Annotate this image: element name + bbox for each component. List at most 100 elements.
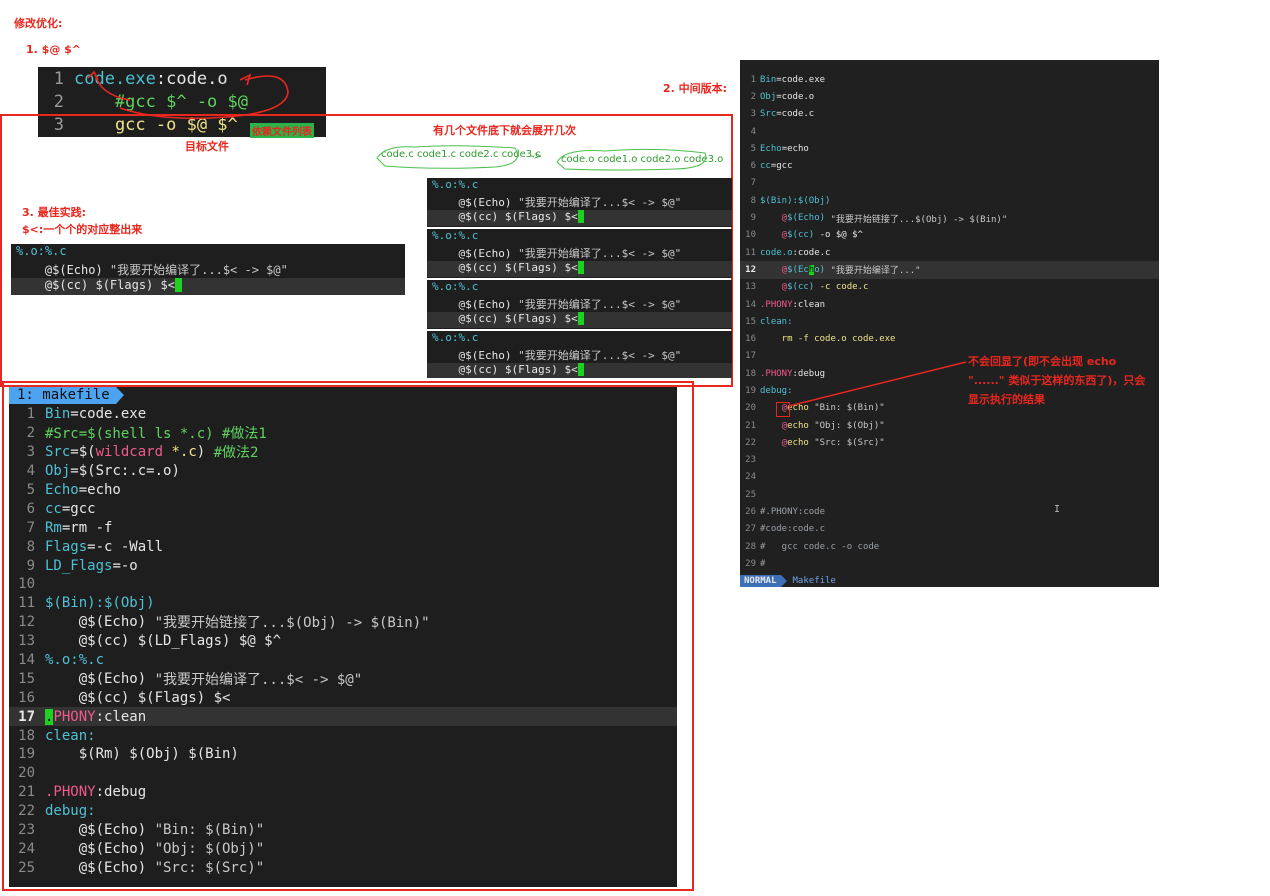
code-token: $(cc) <box>787 230 815 241</box>
code-token: .PHONY <box>45 784 96 801</box>
editor-line: 9 LD_Flags =-o <box>9 556 677 575</box>
code-token: =-o <box>112 557 138 574</box>
line-number: 10 <box>745 230 756 241</box>
code-token: o) <box>814 264 826 275</box>
pattern-block-4: %.o:%.c @$(Echo) "我要开始编译了...$< -> $@" @$… <box>427 331 732 378</box>
editor-tabline: 1: makefile <box>9 387 677 404</box>
code-token: $(cc) <box>787 282 815 293</box>
pattern-block-2: %.o:%.c @$(Echo) "我要开始编译了...$< -> $@" @$… <box>427 229 732 278</box>
cursor-block <box>174 278 183 292</box>
code-token: echo <box>787 420 809 431</box>
line-number: 8 <box>26 538 35 555</box>
line-number: 12 <box>18 614 35 631</box>
code-token: "Bin: $(Bin)" <box>154 822 265 839</box>
code-token: cc <box>45 500 62 517</box>
line-number: 29 <box>745 558 756 569</box>
line-number: 15 <box>745 316 756 327</box>
code-token: #code:code.c <box>760 524 826 535</box>
code-text: @$(cc) $(Flags) $< <box>432 363 578 376</box>
code-token: :debug <box>95 784 147 801</box>
editor-line: 16 @$(cc) $(Flags) $< <box>9 688 677 707</box>
line-number: 28 <box>745 541 756 552</box>
code-token: $(Rm) $(Obj) $(Bin) <box>45 746 239 763</box>
editor-line: 24 @$(Echo) "Obj: $(Obj)" <box>9 839 677 858</box>
tab-makefile[interactable]: 1: makefile <box>9 387 116 404</box>
code-token: "Obj: $(Obj)" <box>808 420 885 431</box>
right-editor: 1 Bin =code.exe 2 Obj =code.o 3 Src =code.c 4 5 Ech… <box>740 60 1159 587</box>
code-token: @$(Echo) <box>45 840 155 857</box>
editor-line: 23 @$(Echo) "Bin: $(Bin)" <box>9 821 677 840</box>
line-number: 24 <box>745 472 756 483</box>
code-line: @$(cc) $(Flags) $< <box>427 312 732 328</box>
best-practice-block: %.o:%.c @$(Echo) "我要开始编译了...$< -> $@" @$… <box>11 244 405 295</box>
editor-line: 21 .PHONY:debug <box>9 783 677 802</box>
code-token: $(Bin):$(Obj) <box>45 595 155 612</box>
editor-line: 11 $(Bin):$(Obj) <box>9 594 677 613</box>
green-cloud-outlines <box>376 145 707 171</box>
code-token: "我要开始编译了..." <box>825 266 921 277</box>
editor-line: 12 @ $(Ec h o) "我要开始编译了..." <box>740 261 1159 279</box>
editor-line: 29 # <box>740 555 1159 572</box>
code-token: Obj <box>760 91 777 102</box>
line-number: 19 <box>745 385 756 396</box>
heading-note: 修改优化: <box>14 17 63 30</box>
line-number: 20 <box>18 765 35 782</box>
editor-line: 20 <box>9 764 677 783</box>
code-text: @$(Echo) <box>432 298 519 311</box>
line-number: 9 <box>750 213 756 224</box>
line-number: 16 <box>745 334 756 345</box>
code-token: PHONY <box>53 708 96 725</box>
editor-line: 4 Obj =$(Src:.c=.o) <box>9 462 677 481</box>
editor-line: 24 <box>740 469 1159 486</box>
editor-line: 18 clean: <box>9 726 677 745</box>
code-token: LD_Flags <box>45 557 113 574</box>
editor-line: 12 @$(Echo) "我要开始链接了...$(Obj) -> $(Bin)" <box>9 613 677 632</box>
cursor-block <box>577 261 585 274</box>
line-number: 18 <box>18 727 35 744</box>
line-number: 9 <box>26 557 35 574</box>
line-number: 7 <box>26 519 35 536</box>
pattern-block-1: %.o:%.c @$(Echo) "我要开始编译了...$< -> $@" @$… <box>427 178 732 227</box>
code-token: Src <box>760 109 777 120</box>
code-token: #做法2 <box>213 445 259 462</box>
code-line: @$(Echo) "我要开始编译了...$< -> $@" <box>427 347 732 363</box>
step3-note: 3. 最佳实践: <box>22 206 87 219</box>
cursor-block <box>577 363 585 376</box>
code-token: # gcc code.c -o code <box>760 541 880 552</box>
editor-line: 16 rm -f code.o code.exe <box>740 330 1159 347</box>
code-line: @$(Echo) "我要开始编译了...$< -> $@" <box>427 194 732 210</box>
code-text: %.o:%.c <box>16 244 67 258</box>
code-token: $(Ec <box>787 264 809 275</box>
code-token: $(Bin):$(Obj) <box>760 195 831 206</box>
status-line: NORMAL Makefile <box>740 575 1159 587</box>
code-token: =echo <box>781 143 809 154</box>
code-token: debug: <box>45 803 96 820</box>
code-token: @$(cc) $(LD_Flags) $@ $^ <box>45 633 282 650</box>
editor-line: 13 @$(cc) $(LD_Flags) $@ $^ <box>9 632 677 651</box>
line-number: 20 <box>745 403 756 414</box>
expand-note: 有几个文件底下就会展开几次 <box>433 124 576 137</box>
code-line: @$(cc) $(Flags) $< <box>427 363 732 378</box>
code-token: $(Echo) <box>787 213 826 224</box>
editor-line: 1 Bin =code.exe <box>9 405 677 424</box>
code-token: Obj <box>45 463 71 480</box>
code-text: @$(Echo) <box>432 349 519 362</box>
line-number: 4 <box>750 126 756 137</box>
code-token: *.c <box>171 444 197 461</box>
code-text: %.o:%.c <box>432 331 479 344</box>
editor-line: 25 @$(Echo) "Src: $(Src)" <box>9 858 677 877</box>
line-number: 23 <box>18 822 35 839</box>
code-token: =$(Src:.c=.o) <box>70 463 180 480</box>
editor-line: 17. PHONY:clean <box>9 707 677 727</box>
line-number: 7 <box>750 178 756 189</box>
line-number: 26 <box>745 507 756 518</box>
code-token: clean: <box>760 316 793 327</box>
code-token: =-c -Wall <box>87 538 164 555</box>
line-number: 2 <box>750 91 756 102</box>
code-line: @$(cc) $(Flags) $< <box>427 210 732 226</box>
code-token: code.o <box>760 247 793 258</box>
code-text: %.o:%.c <box>432 229 479 242</box>
editor-line: 9 @ $(Echo) "我要开始链接了...$(Obj) -> $(Bin)" <box>740 209 1159 226</box>
